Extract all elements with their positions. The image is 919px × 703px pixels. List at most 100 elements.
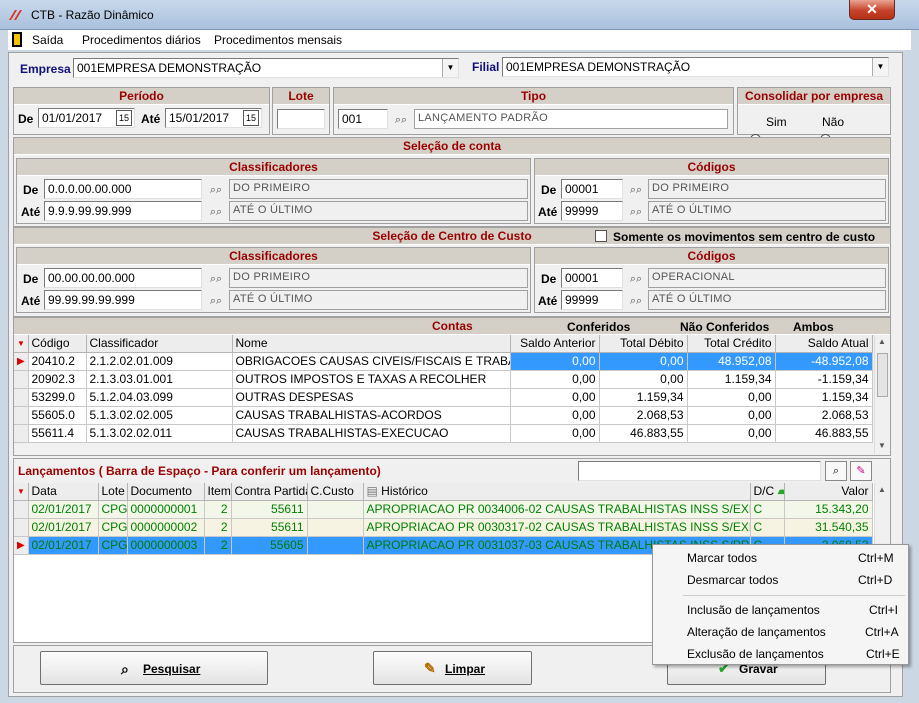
- cell-saldo-anterior: 0,00: [510, 424, 600, 443]
- col-classificador[interactable]: Classificador: [86, 335, 233, 353]
- col-dc[interactable]: D/C ▰: [750, 483, 785, 501]
- table-row[interactable]: 55605.0 5.1.3.02.02.005 CAUSAS TRABALHIS…: [14, 406, 873, 425]
- row-indicator: [14, 500, 29, 519]
- binoculars-icon[interactable]: ⌕⌕: [626, 291, 646, 311]
- cell-item: 2: [204, 518, 232, 537]
- tipo-panel: Tipo 001 ⌕⌕ LANÇAMENTO PADRÃO: [333, 87, 734, 135]
- binoculars-icon[interactable]: ⌕⌕: [391, 110, 411, 130]
- col-documento[interactable]: Documento: [127, 483, 205, 501]
- col-valor[interactable]: Valor: [784, 483, 873, 501]
- consolidar-sim-label: Sim: [766, 115, 787, 129]
- col-data[interactable]: Data: [28, 483, 99, 501]
- consolidar-nao-label: Não: [822, 115, 845, 129]
- conta-class-de-label: De: [23, 183, 39, 197]
- conta-cod-ate-input[interactable]: 99999: [561, 201, 623, 221]
- col-total-credito[interactable]: Total Crédito: [687, 335, 776, 353]
- ctx-inclusao[interactable]: Inclusão de lançamentos: [687, 603, 820, 617]
- cell-total-credito: 0,00: [687, 406, 776, 425]
- row-indicator: [14, 388, 29, 407]
- cell-nome: CAUSAS TRABALHISTAS-ACORDOS: [232, 406, 511, 425]
- periodo-de-input[interactable]: 01/01/2017 15: [38, 108, 135, 128]
- somente-sem-cc-checkbox[interactable]: [595, 230, 607, 242]
- cell-total-credito: 0,00: [687, 424, 776, 443]
- close-button[interactable]: ✕: [849, 0, 895, 20]
- cell-saldo-atual: 1.159,34: [775, 388, 873, 407]
- lote-input[interactable]: [277, 109, 325, 129]
- table-row[interactable]: 53299.0 5.1.2.04.03.099 OUTRAS DESPESAS …: [14, 388, 873, 407]
- col-saldo-atual[interactable]: Saldo Atual: [775, 335, 873, 353]
- binoculars-icon[interactable]: ⌕⌕: [626, 269, 646, 289]
- scroll-down-icon[interactable]: ▼: [878, 441, 886, 450]
- conta-cod-de-input[interactable]: 00001: [561, 179, 623, 199]
- col-nome[interactable]: Nome: [232, 335, 511, 353]
- tipo-title: Tipo: [334, 88, 733, 105]
- menu-procedimentos-mensais[interactable]: Procedimentos mensais: [214, 33, 342, 47]
- cc-codigos-panel: Códigos De 00001 ⌕⌕ OPERACIONAL Até 9999…: [534, 247, 889, 313]
- col-saldo-anterior[interactable]: Saldo Anterior: [510, 335, 600, 353]
- binoculars-icon[interactable]: ⌕⌕: [206, 269, 226, 289]
- selecao-conta-title: Seleção de conta: [14, 138, 890, 155]
- chevron-down-icon[interactable]: ▼: [872, 58, 888, 76]
- conta-class-ate-input[interactable]: 9.9.9.99.99.999: [44, 201, 202, 221]
- ctx-marcar-todos[interactable]: Marcar todos: [687, 551, 757, 565]
- periodo-ate-value: 15/01/2017: [169, 111, 230, 125]
- binoculars-icon[interactable]: ⌕⌕: [626, 202, 646, 222]
- menu-saida[interactable]: Saída: [32, 33, 63, 47]
- cc-class-ate-input[interactable]: 99.99.99.99.999: [44, 290, 202, 310]
- cell-nome: OBRIGACOES CAUSAS CIVEIS/FISCAIS E TRABA…: [232, 352, 511, 371]
- eraser-icon[interactable]: ✎: [850, 461, 872, 481]
- scroll-up-icon[interactable]: ▲: [878, 337, 886, 346]
- document-icon: ▤: [366, 484, 382, 499]
- col-item[interactable]: Item: [204, 483, 232, 501]
- col-contra-partida[interactable]: Contra Partida: [231, 483, 308, 501]
- periodo-ate-input[interactable]: 15/01/2017 15: [165, 108, 262, 128]
- chevron-down-icon[interactable]: ▼: [442, 59, 458, 77]
- binoculars-icon[interactable]: ⌕⌕: [206, 202, 226, 222]
- menu-procedimentos-diarios[interactable]: Procedimentos diários: [82, 33, 201, 47]
- binoculars-icon[interactable]: ⌕⌕: [626, 180, 646, 200]
- ctx-alteracao[interactable]: Alteração de lançamentos: [687, 625, 826, 639]
- limpar-button[interactable]: ✎ Limpar: [373, 651, 532, 685]
- search-icon[interactable]: ⌕: [825, 461, 847, 481]
- table-row[interactable]: 02/01/2017 CPG 0000000002 2 55611 APROPR…: [14, 518, 873, 537]
- table-row[interactable]: ▶ 20410.2 2.1.2.02.01.009 OBRIGACOES CAU…: [14, 352, 873, 371]
- cell-saldo-atual: -48.952,08: [775, 352, 873, 371]
- ctx-exclusao[interactable]: Exclusão de lançamentos: [687, 647, 824, 661]
- calendar-icon[interactable]: 15: [243, 110, 259, 126]
- conta-classificadores-panel: Classificadores De 0.0.0.00.00.000 ⌕⌕ DO…: [16, 158, 531, 224]
- cell-saldo-anterior: 0,00: [510, 406, 600, 425]
- cell-saldo-atual: 46.883,55: [775, 424, 873, 443]
- cc-cod-de-desc: OPERACIONAL: [648, 268, 886, 288]
- tipo-code-input[interactable]: 001: [338, 109, 388, 129]
- scroll-thumb[interactable]: [877, 353, 888, 397]
- col-codigo[interactable]: Código: [28, 335, 87, 353]
- cc-cod-ate-input[interactable]: 99999: [561, 290, 623, 310]
- table-row[interactable]: 02/01/2017 CPG 0000000001 2 55611 APROPR…: [14, 500, 873, 519]
- conta-class-ate-label: Até: [21, 205, 41, 219]
- ctx-desmarcar-todos[interactable]: Desmarcar todos: [687, 573, 778, 587]
- lancamentos-search-input[interactable]: [578, 461, 821, 481]
- col-ccusto[interactable]: C.Custo: [307, 483, 364, 501]
- table-row[interactable]: 20902.3 2.1.3.03.01.001 OUTROS IMPOSTOS …: [14, 370, 873, 389]
- table-row[interactable]: 55611.4 5.1.3.02.02.011 CAUSAS TRABALHIS…: [14, 424, 873, 443]
- conta-class-de-input[interactable]: 0.0.0.00.00.000: [44, 179, 202, 199]
- filial-select[interactable]: 001EMPRESA DEMONSTRAÇÃO ▼: [502, 57, 889, 77]
- cell-codigo: 53299.0: [28, 388, 87, 407]
- empresa-select[interactable]: 001EMPRESA DEMONSTRAÇÃO ▼: [73, 58, 459, 78]
- contas-scrollbar[interactable]: ▲ ▼: [874, 335, 890, 454]
- binoculars-icon[interactable]: ⌕⌕: [206, 291, 226, 311]
- cc-cod-de-input[interactable]: 00001: [561, 268, 623, 288]
- col-lote[interactable]: Lote: [98, 483, 128, 501]
- col-total-debito[interactable]: Total Débito: [599, 335, 688, 353]
- cc-class-de-input[interactable]: 00.00.00.00.000: [44, 268, 202, 288]
- col-historico[interactable]: ▤ Histórico: [363, 483, 751, 501]
- scroll-up-icon[interactable]: ▲: [878, 485, 886, 494]
- calendar-icon[interactable]: 15: [116, 110, 132, 126]
- broom-icon: ✎: [424, 660, 436, 676]
- window-title: CTB - Razão Dinâmico: [31, 8, 154, 22]
- binoculars-icon[interactable]: ⌕⌕: [206, 180, 226, 200]
- conta-class-ate-desc: ATÉ O ÚLTIMO: [229, 201, 528, 221]
- cell-ccusto: [307, 500, 364, 519]
- pesquisar-button[interactable]: ⌕ Pesquisar: [40, 651, 268, 685]
- cell-codigo: 55611.4: [28, 424, 87, 443]
